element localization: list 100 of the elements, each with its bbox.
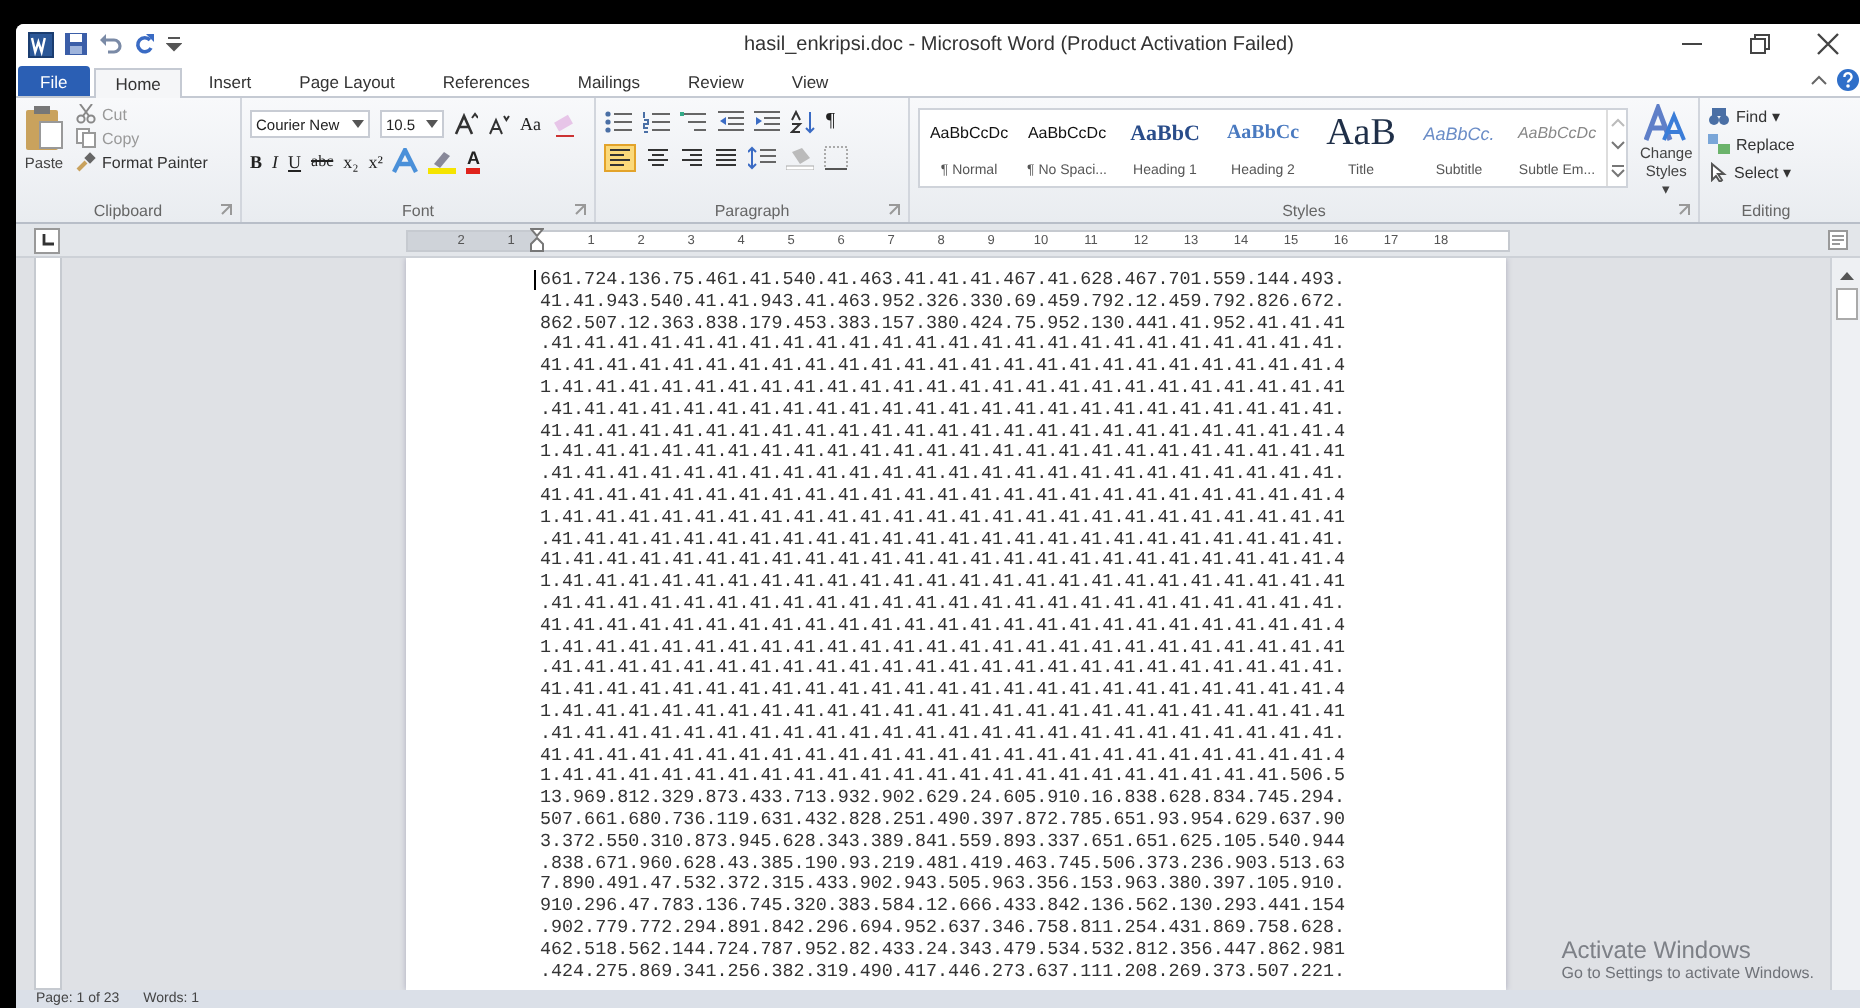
word-logo-icon — [28, 31, 54, 57]
multilevel-list-icon[interactable] — [680, 110, 708, 134]
dropdown-arrow-icon — [426, 120, 438, 128]
ribbon-tab[interactable]: Mailings — [555, 66, 663, 96]
decrease-indent-icon[interactable] — [718, 110, 744, 134]
document-text-line: .41.41.41.41.41.41.41.41.41.41.41.41.41.41.41.41.41.41.41.41.41.41.41.41. — [540, 399, 1345, 422]
grow-font-icon[interactable] — [454, 112, 478, 136]
vertical-scrollbar[interactable] — [1830, 258, 1860, 990]
paintbrush-icon — [76, 152, 96, 172]
document-text-line: 3.372.550.310.873.945.628.343.389.841.559.893.337.651.651.625.105.540.944 — [540, 831, 1345, 854]
bullets-icon[interactable] — [604, 110, 632, 134]
scroll-thumb[interactable] — [1835, 288, 1857, 320]
document-text-line: 7.890.491.47.532.372.315.433.902.943.505.963.356.153.963.380.397.105.910. — [540, 874, 1345, 897]
document-text-line: 1.41.41.41.41.41.41.41.41.41.41.41.41.41.41.41.41.41.41.41.41.41.41.41.41 — [540, 377, 1345, 400]
ribbon-tab[interactable]: View — [769, 66, 851, 96]
document-text-line: 1.41.41.41.41.41.41.41.41.41.41.41.41.41.41.41.41.41.41.41.41.41.41.41.41 — [540, 701, 1345, 724]
group-label: Clipboard — [93, 201, 163, 219]
borders-icon[interactable] — [824, 146, 848, 170]
letters-icon — [1644, 104, 1689, 144]
document-text-line: 41.41.943.540.41.41.943.41.463.952.326.330.69.459.792.12.459.792.826.672. — [540, 291, 1345, 314]
font-format-button[interactable]: U — [288, 149, 302, 173]
tab-selector[interactable] — [34, 227, 60, 253]
document-text-line: 910.296.47.783.136.745.320.383.584.12.666.433.842.136.562.130.293.441.154 — [540, 896, 1345, 918]
pointer-icon — [1708, 162, 1728, 182]
sort-icon[interactable] — [790, 110, 816, 134]
group-label: Paragraph — [714, 201, 790, 219]
document-text-line: 462.518.562.144.724.787.952.82.433.24.343.479.534.532.812.356.447.862.981 — [540, 939, 1345, 961]
help-icon[interactable] — [1836, 68, 1860, 92]
ribbon-tab[interactable]: Insert — [186, 66, 274, 96]
clipboard-icon — [24, 104, 64, 152]
clear-formatting-icon[interactable] — [551, 111, 577, 137]
document-text-line: 41.41.41.41.41.41.41.41.41.41.41.41.41.41.41.41.41.41.41.41.41.41.41.41.4 — [540, 421, 1345, 443]
justify-icon[interactable] — [714, 146, 738, 170]
document-text-line: .41.41.41.41.41.41.41.41.41.41.41.41.41.41.41.41.41.41.41.41.41.41.41.41. — [540, 723, 1345, 746]
indent-marker-icon[interactable] — [530, 227, 544, 251]
undo-icon[interactable] — [98, 32, 122, 56]
clipboard-command[interactable]: Format Painter — [76, 152, 208, 172]
numbering-icon[interactable] — [642, 110, 670, 134]
scroll-up-icon[interactable] — [1839, 270, 1853, 280]
document-text-line: 1.41.41.41.41.41.41.41.41.41.41.41.41.41.41.41.41.41.41.41.41.41.41.41.41 — [540, 442, 1345, 465]
document-text-line: 1.41.41.41.41.41.41.41.41.41.41.41.41.41.41.41.41.41.41.41.41.41.41.41.41 — [540, 637, 1345, 659]
document-text-line: 41.41.41.41.41.41.41.41.41.41.41.41.41.41.41.41.41.41.41.41.41.41.41.41.4 — [540, 745, 1345, 767]
font-color-button[interactable]: A — [466, 148, 480, 174]
group-label: Font — [401, 201, 434, 219]
collapse-ribbon-icon[interactable] — [1810, 71, 1828, 89]
font-format-button[interactable]: I — [272, 149, 279, 173]
left-tab-icon — [41, 234, 53, 246]
document-text-line: 507.661.680.736.119.631.432.828.251.490.397.872.785.651.93.954.629.637.90 — [540, 809, 1345, 832]
font-format-button[interactable]: x₂ — [343, 149, 359, 173]
line-spacing-icon[interactable] — [748, 146, 776, 170]
document-text-line: 13.969.812.329.873.433.713.932.902.629.24.605.910.16.838.628.834.745.294. — [540, 788, 1345, 810]
group-label: Styles — [1282, 201, 1326, 219]
window-title: hasil_enkripsi.doc - Microsoft Word (Product Activation Failed) — [742, 33, 1296, 55]
ribbon-tab[interactable]: File — [18, 66, 90, 96]
restore-icon[interactable] — [1748, 32, 1772, 56]
ribbon-tab[interactable]: Page Layout — [277, 66, 417, 96]
gallery-scroll-down-icon[interactable] — [1609, 140, 1625, 152]
copy-icon — [76, 128, 96, 148]
editing-command[interactable]: Select ▾ — [1708, 162, 1824, 182]
binoculars-icon — [1708, 106, 1730, 126]
close-icon[interactable] — [1816, 32, 1840, 56]
editing-command[interactable]: Replace — [1708, 134, 1824, 154]
view-ruler-icon[interactable] — [1828, 230, 1848, 250]
document-text-line: .41.41.41.41.41.41.41.41.41.41.41.41.41.41.41.41.41.41.41.41.41.41.41.41. — [540, 334, 1345, 357]
dropdown-arrow-icon — [352, 120, 364, 128]
document-text-line: 862.507.12.363.838.179.453.383.157.380.424.75.952.130.441.41.952.41.41.41 — [540, 313, 1345, 335]
increase-indent-icon[interactable] — [754, 110, 780, 134]
ribbon-tab[interactable]: Home — [93, 68, 183, 98]
ribbon-tab[interactable]: Review — [666, 66, 766, 96]
document-text-line: .902.779.772.294.891.842.296.694.952.637.346.758.811.254.431.869.758.628. — [540, 917, 1345, 940]
group-label: Editing — [1741, 201, 1791, 219]
activation-hint: Go to Settings to activate Windows. — [1561, 964, 1814, 982]
text-effects-icon[interactable] — [392, 148, 419, 174]
document-text-line: 661.724.136.75.461.41.540.41.463.41.41.41.467.41.628.467.701.559.144.493. — [540, 270, 1345, 292]
font-format-button[interactable]: B — [250, 149, 263, 173]
font-format-button[interactable]: abc — [311, 149, 334, 173]
document-text-line: .838.671.960.628.43.385.190.93.219.481.419.463.745.506.373.236.903.513.63 — [540, 853, 1345, 875]
document-text-line: .41.41.41.41.41.41.41.41.41.41.41.41.41.41.41.41.41.41.41.41.41.41.41.41. — [540, 658, 1345, 681]
document-text-line: 41.41.41.41.41.41.41.41.41.41.41.41.41.41.41.41.41.41.41.41.41.41.41.41.4 — [540, 485, 1345, 508]
text-cursor — [534, 270, 536, 290]
document-text-line: 41.41.41.41.41.41.41.41.41.41.41.41.41.41.41.41.41.41.41.41.41.41.41.41.4 — [540, 356, 1345, 378]
shrink-font-icon[interactable] — [488, 113, 510, 135]
scissors-icon — [76, 104, 96, 124]
editing-command[interactable]: Find ▾ — [1708, 106, 1824, 126]
document-text-line: 1.41.41.41.41.41.41.41.41.41.41.41.41.41.41.41.41.41.41.41.41.41.41.41.41 — [540, 507, 1345, 530]
activation-title: Activate Windows — [1561, 936, 1753, 964]
align-left-icon[interactable] — [604, 144, 636, 172]
customize-dropdown-icon[interactable] — [166, 34, 182, 54]
ribbon-tab[interactable]: References — [420, 66, 552, 96]
highlighter-icon[interactable] — [428, 148, 457, 174]
align-right-icon[interactable] — [680, 146, 704, 170]
redo-icon[interactable] — [132, 32, 156, 56]
align-center-icon[interactable] — [646, 146, 670, 170]
document-text-line: .41.41.41.41.41.41.41.41.41.41.41.41.41.41.41.41.41.41.41.41.41.41.41.41. — [540, 529, 1345, 551]
font-format-button[interactable]: x² — [368, 149, 383, 173]
document-text-line: 41.41.41.41.41.41.41.41.41.41.41.41.41.41.41.41.41.41.41.41.41.41.41.41.4 — [540, 680, 1345, 702]
change-case-button[interactable]: Aa — [520, 112, 541, 136]
save-icon[interactable] — [64, 32, 88, 56]
show-formatting-button[interactable]: ¶ — [826, 110, 836, 134]
gallery-more-icon[interactable] — [1609, 164, 1625, 180]
